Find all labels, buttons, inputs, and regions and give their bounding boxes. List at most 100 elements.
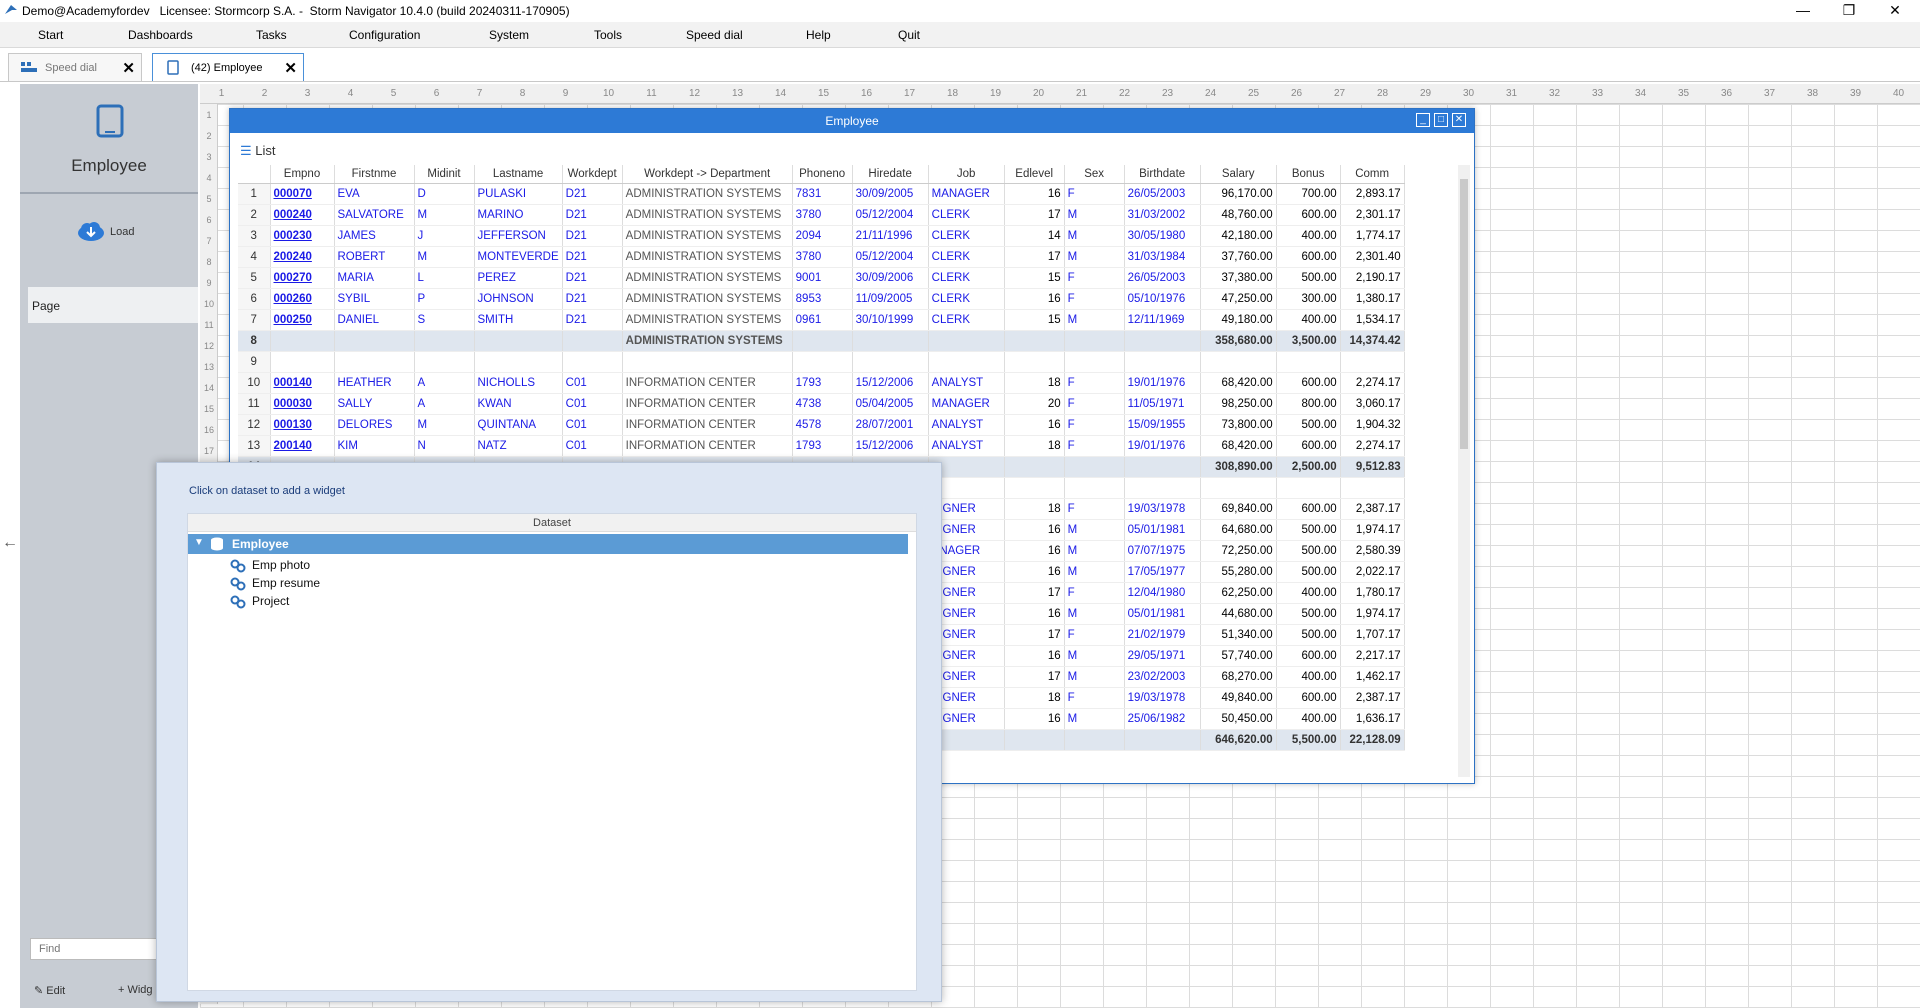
table-cell: MARINO [474, 204, 563, 226]
table-cell: 37,380.00 [1200, 267, 1277, 289]
column-header[interactable]: Phoneno [792, 165, 853, 184]
column-header[interactable]: Comm [1340, 165, 1405, 184]
column-header[interactable]: Sex [1064, 165, 1125, 184]
empno-link[interactable]: 200240 [270, 246, 335, 268]
table-cell: PULASKI [474, 183, 563, 205]
minimize-button[interactable]: — [1780, 0, 1826, 22]
table-row[interactable]: 4 200240 ROBERT M MONTEVERDE D21 ADMINISTRATIO… [238, 246, 1405, 268]
menu-quit[interactable]: Quit [898, 28, 920, 42]
empno-link[interactable]: 000260 [270, 288, 335, 310]
menu-lines-icon[interactable]: ☰ [240, 143, 252, 158]
table-cell: 500.00 [1276, 267, 1341, 289]
menu-tasks[interactable]: Tasks [256, 28, 287, 42]
menu-start[interactable]: Start [38, 28, 63, 42]
scrollbar-thumb[interactable] [1460, 179, 1468, 449]
vertical-scrollbar[interactable] [1458, 165, 1470, 777]
column-header[interactable]: Bonus [1276, 165, 1341, 184]
column-header[interactable]: Lastname [474, 165, 563, 184]
empno-link[interactable]: 000230 [270, 225, 335, 247]
empno-link[interactable]: 000240 [270, 204, 335, 226]
edit-button[interactable]: ✎ Edit [34, 984, 65, 997]
table-cell: MARIA [334, 267, 415, 289]
column-header[interactable]: Workdept [562, 165, 623, 184]
empno-link[interactable]: 000070 [270, 183, 335, 205]
tab-speed-dial[interactable]: Speed dial ✕ [8, 53, 142, 81]
table-cell: CLERK [928, 225, 1005, 247]
table-row[interactable]: 12 000130 DELORES M QUINTANA C01 INFORMATION C… [238, 414, 1405, 436]
table-cell: M [1064, 708, 1125, 730]
window-title[interactable]: Employee [230, 109, 1474, 133]
column-header[interactable]: Edlevel [1004, 165, 1065, 184]
load-button[interactable]: Load [110, 226, 134, 238]
table-cell [1200, 351, 1277, 373]
cloud-download-icon[interactable] [76, 220, 106, 242]
list-header[interactable]: ☰ List [240, 143, 276, 159]
sidebar-item-page[interactable]: Page [28, 287, 198, 323]
column-header[interactable]: Empno [270, 165, 335, 184]
menu-dashboards[interactable]: Dashboards [128, 28, 193, 42]
table-cell: MANAGER [928, 393, 1005, 415]
table-cell: 17 [1004, 246, 1065, 268]
menu-speed-dial[interactable]: Speed dial [686, 28, 743, 42]
table-row[interactable]: 11 000030 SALLY A KWAN C01 INFORMATION CENTER 4… [238, 393, 1405, 415]
table-cell: 7831 [792, 183, 853, 205]
empno-link[interactable]: 000030 [270, 393, 335, 415]
table-cell: 1,904.32 [1340, 414, 1405, 436]
menu-configuration[interactable]: Configuration [349, 28, 420, 42]
table-row[interactable]: 1 000070 EVA D PULASKI D21 ADMINISTRATION SYST… [238, 183, 1405, 205]
table-cell [270, 351, 335, 373]
column-header[interactable]: Firstnme [334, 165, 415, 184]
minimize-window-icon[interactable]: _ [1416, 113, 1430, 127]
collapse-arrow-icon[interactable]: ← [2, 534, 18, 552]
table-cell: 30/09/2006 [852, 267, 929, 289]
column-header[interactable]: Midinit [414, 165, 475, 184]
menu-help[interactable]: Help [806, 28, 831, 42]
table-row[interactable]: 2 000240 SALVATORE M MARINO D21 ADMINISTRATION… [238, 204, 1405, 226]
column-header[interactable]: Hiredate [852, 165, 929, 184]
subtotal-row[interactable]: 8 ADMINISTRATION SYSTEMS 358,680.00 3,500.0… [238, 330, 1405, 352]
maximize-window-icon[interactable]: □ [1434, 113, 1448, 127]
add-widget-button[interactable]: + Widg [118, 984, 153, 996]
table-cell [1064, 477, 1125, 499]
column-header[interactable]: Birthdate [1124, 165, 1201, 184]
table-cell: C01 [562, 435, 623, 457]
dataset-item-employee[interactable]: ▼ Employee [188, 534, 908, 554]
column-header[interactable]: Salary [1200, 165, 1277, 184]
table-row[interactable]: 10 000140 HEATHER A NICHOLLS C01 INFORMATION C… [238, 372, 1405, 394]
row-number: 4 [238, 246, 271, 268]
grid-column-label: 11 [646, 88, 657, 99]
restore-button[interactable]: ❐ [1826, 0, 1872, 22]
close-tab-icon[interactable]: ✕ [122, 59, 135, 77]
table-cell: 69,840.00 [1200, 498, 1277, 520]
menu-tools[interactable]: Tools [594, 28, 622, 42]
tab-employee[interactable]: (42) Employee ✕ [152, 53, 304, 81]
empno-link[interactable]: 000250 [270, 309, 335, 331]
column-header[interactable]: Job [928, 165, 1005, 184]
table-cell: ADMINISTRATION SYSTEMS [622, 183, 793, 205]
table-cell: 2,893.17 [1340, 183, 1405, 205]
table-row[interactable]: 3 000230 JAMES J JEFFERSON D21 ADMINISTRATION … [238, 225, 1405, 247]
table-row[interactable]: 7 000250 DANIEL S SMITH D21 ADMINISTRATION SYS… [238, 309, 1405, 331]
table-cell: CLERK [928, 309, 1005, 331]
close-tab-icon[interactable]: ✕ [284, 59, 297, 77]
grid-column-label: 10 [602, 88, 615, 99]
empno-link[interactable]: 000270 [270, 267, 335, 289]
close-window-button[interactable]: ✕ [1872, 0, 1918, 22]
table-cell: 16 [1004, 540, 1065, 562]
menu-system[interactable]: System [489, 28, 529, 42]
column-header[interactable]: Workdept -> Department [622, 165, 793, 184]
dataset-label: Project [252, 594, 290, 608]
expand-triangle-icon[interactable]: ▼ [194, 537, 204, 548]
table-cell: 600.00 [1276, 246, 1341, 268]
table-row[interactable]: 9 [238, 351, 1405, 373]
table-row[interactable]: 13 200140 KIM N NATZ C01 INFORMATION CENTER 179… [238, 435, 1405, 457]
table-row[interactable]: 6 000260 SYBIL P JOHNSON D21 ADMINISTRATION SY… [238, 288, 1405, 310]
close-window-icon[interactable]: ✕ [1452, 113, 1466, 127]
linked-dataset-icon [230, 595, 246, 609]
column-header[interactable] [238, 165, 271, 184]
table-row[interactable]: 5 000270 MARIA L PEREZ D21 ADMINISTRATION SYST… [238, 267, 1405, 289]
empno-link[interactable]: 000140 [270, 372, 335, 394]
table-cell [852, 351, 929, 373]
empno-link[interactable]: 200140 [270, 435, 335, 457]
empno-link[interactable]: 000130 [270, 414, 335, 436]
